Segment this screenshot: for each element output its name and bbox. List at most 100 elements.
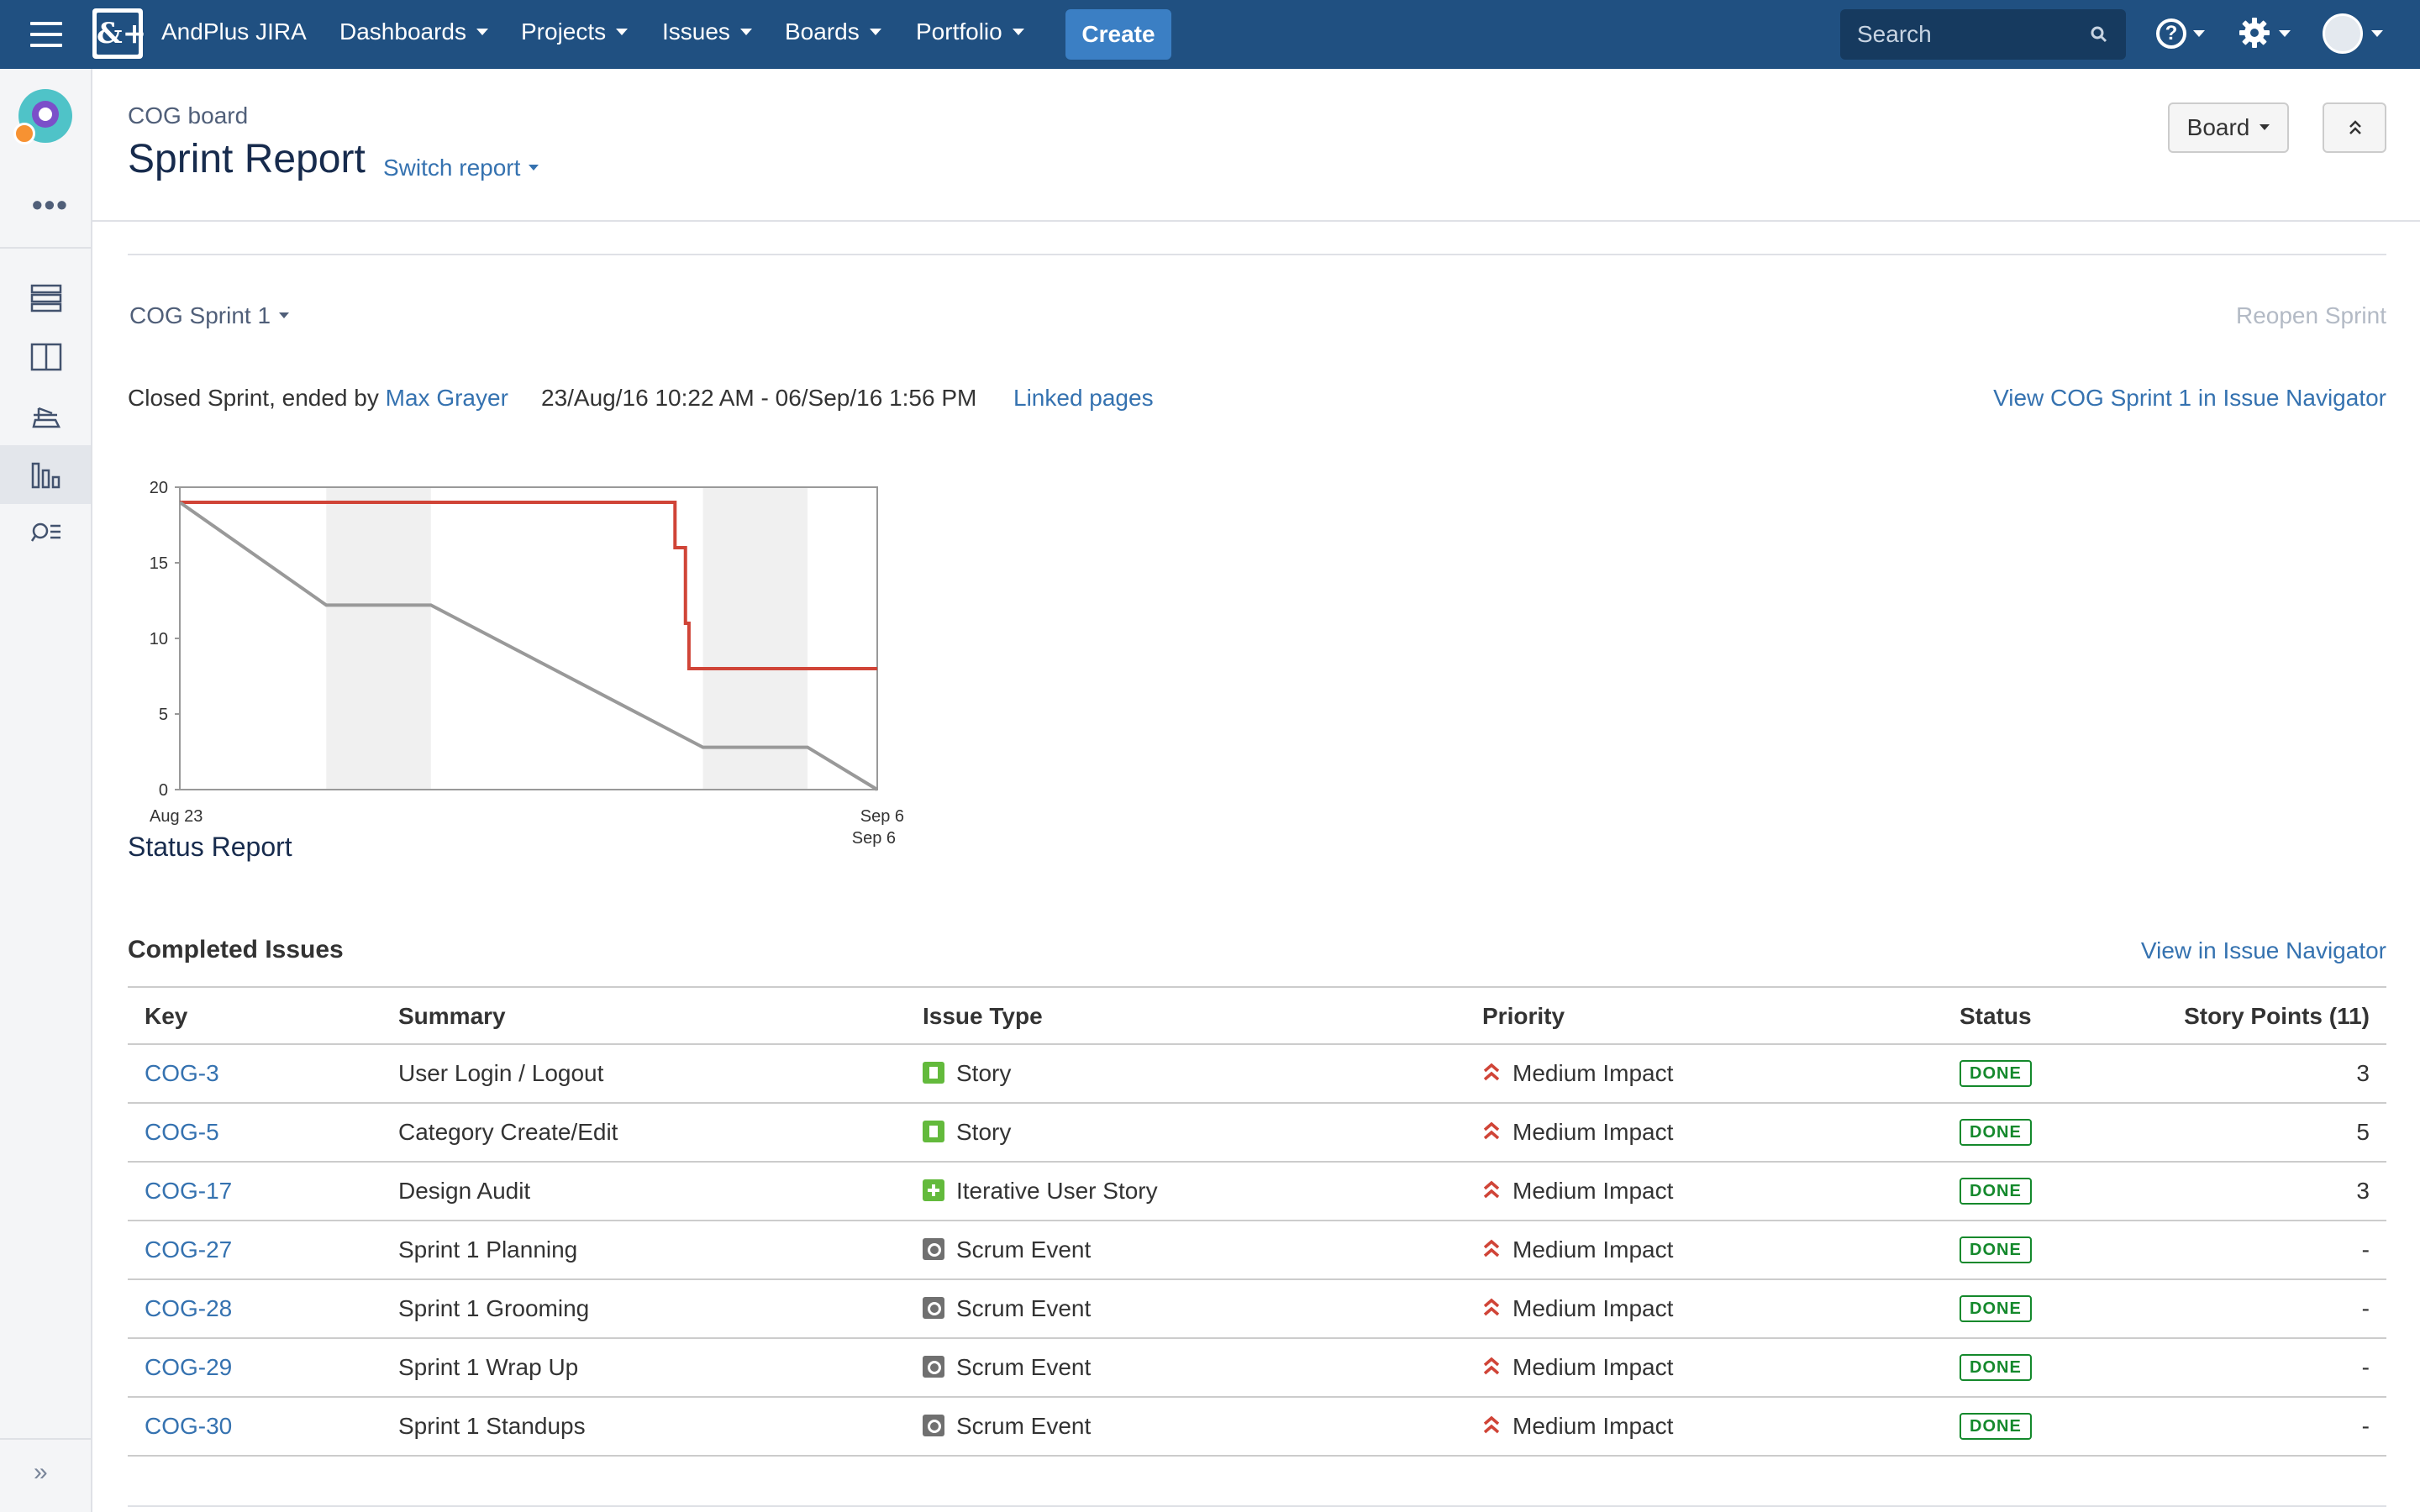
table-row: COG-28 Sprint 1 Grooming Scrum Event Medium… [128, 1280, 2386, 1339]
chevron-down-icon [476, 28, 488, 35]
priority-high-icon [1483, 1121, 1500, 1139]
issue-summary: Sprint 1 Planning [398, 1236, 578, 1263]
table-row: COG-30 Sprint 1 Standups Scrum Event Medium… [128, 1398, 2386, 1457]
board-button[interactable]: Board [2168, 102, 2289, 153]
expand-sidebar-icon[interactable]: » [34, 1458, 48, 1487]
chevron-down-icon [2260, 124, 2270, 131]
scrum-event-icon [923, 1414, 944, 1436]
app-logo[interactable]: &+ [92, 8, 146, 59]
search-input[interactable] [1840, 9, 2084, 60]
search-icon[interactable] [2091, 26, 2107, 43]
issue-summary: Design Audit [398, 1178, 531, 1204]
issue-summary: User Login / Logout [398, 1060, 604, 1086]
header-divider [92, 220, 2420, 222]
reopen-sprint-button[interactable]: Reopen Sprint [2236, 302, 2386, 329]
user-avatar[interactable] [2323, 13, 2363, 54]
search-box [1840, 9, 2126, 60]
chevron-down-icon [1012, 28, 1024, 35]
sidebar-item-releases[interactable] [0, 386, 91, 445]
nav-projects[interactable]: Projects [521, 18, 629, 45]
y-tick-label: 20 [150, 479, 168, 497]
issue-key-link[interactable]: COG-29 [145, 1354, 232, 1381]
issue-type-label: Scrum Event [956, 1295, 1092, 1321]
issue-key-link[interactable]: COG-28 [145, 1295, 232, 1322]
sprint-status: Closed Sprint, ended by Max Grayer [128, 385, 508, 412]
priority-label: Medium Impact [1512, 1295, 1674, 1321]
menu-icon[interactable] [30, 22, 62, 47]
nav-dashboards-label: Dashboards [339, 18, 466, 45]
scrum-event-icon [923, 1237, 944, 1260]
issue-summary: Category Create/Edit [398, 1119, 618, 1145]
nav-issues[interactable]: Issues [662, 18, 752, 45]
view-in-navigator-link[interactable]: View in Issue Navigator [2141, 937, 2386, 964]
sidebar-item-backlog[interactable] [0, 269, 91, 328]
issue-summary: Sprint 1 Grooming [398, 1295, 590, 1321]
project-avatar[interactable] [13, 89, 72, 144]
nav-portfolio[interactable]: Portfolio [916, 18, 1024, 45]
sidebar-divider [0, 1438, 91, 1440]
nav-dashboards[interactable]: Dashboards [339, 18, 488, 45]
priority-label: Medium Impact [1512, 1413, 1674, 1439]
story-points: - [2361, 1413, 2370, 1439]
issue-key-link[interactable]: COG-30 [145, 1413, 232, 1440]
issue-type-label: Scrum Event [956, 1413, 1092, 1439]
sidebar-item-issues[interactable] [0, 504, 91, 563]
linked-pages-link[interactable]: Linked pages [1013, 385, 1154, 412]
issue-type: Story [923, 1119, 1011, 1146]
nav-issues-label: Issues [662, 18, 730, 45]
x-tick-label: Aug 23 [150, 807, 203, 826]
status-badge: DONE [1960, 1413, 2032, 1440]
more-icon[interactable]: ••• [32, 190, 69, 220]
sprint-owner-link[interactable]: Max Grayer [386, 385, 508, 411]
issue-key-link[interactable]: COG-5 [145, 1119, 219, 1146]
page-title: Sprint Report [128, 137, 366, 181]
priority-label: Medium Impact [1512, 1236, 1674, 1263]
help-chevron-down-icon[interactable] [2193, 30, 2205, 37]
board-button-label: Board [2186, 114, 2250, 140]
view-sprint-navigator-link[interactable]: View COG Sprint 1 in Issue Navigator [1993, 385, 2386, 412]
y-tick-label: 0 [159, 781, 168, 800]
table-row: COG-27 Sprint 1 Planning Scrum Event Medium… [128, 1221, 2386, 1280]
priority-high-icon [1483, 1239, 1500, 1257]
priority-label: Medium Impact [1512, 1119, 1674, 1145]
top-navigation: &+ AndPlus JIRA Dashboards Projects Issu… [0, 0, 2420, 69]
table-row: COG-5 Category Create/Edit Story Medium Imp… [128, 1104, 2386, 1163]
sprint-selector[interactable]: COG Sprint 1 [129, 302, 290, 329]
switch-report-dropdown[interactable]: Switch report [383, 155, 539, 181]
logo-glyph: &+ [97, 13, 146, 55]
breadcrumb[interactable]: COG board [128, 102, 248, 129]
sidebar-divider [0, 247, 91, 249]
scrum-event-icon [923, 1296, 944, 1319]
story-points: - [2361, 1236, 2370, 1263]
backlog-icon [30, 284, 62, 312]
gear-icon[interactable] [2237, 15, 2272, 50]
issue-key-link[interactable]: COG-17 [145, 1178, 232, 1205]
sprint-status-text: Closed Sprint, ended by [128, 385, 379, 411]
settings-chevron-down-icon[interactable] [2279, 30, 2291, 37]
sidebar-item-reports[interactable] [0, 445, 91, 504]
page-bottom-divider [128, 1505, 2386, 1507]
completed-issues-table: Key Summary Issue Type Priority Status S… [128, 986, 2386, 1457]
app-title[interactable]: AndPlus JIRA [161, 18, 307, 45]
table-row: COG-17 Design Audit Iterative User Story Me… [128, 1163, 2386, 1221]
non-working-band [702, 487, 808, 790]
profile-chevron-down-icon[interactable] [2371, 30, 2383, 37]
story-points: 3 [2356, 1060, 2370, 1086]
issue-type: Scrum Event [923, 1236, 1091, 1263]
status-badge: DONE [1960, 1236, 2032, 1263]
sidebar-item-active-sprints[interactable] [0, 328, 91, 386]
active-sprints-icon [30, 343, 62, 371]
x-tick-label: Sep 6 [860, 807, 904, 826]
issue-type-label: Story [956, 1119, 1012, 1145]
collapse-header-button[interactable] [2323, 102, 2386, 153]
help-icon[interactable]: ? [2156, 18, 2186, 49]
create-button[interactable]: Create [1065, 9, 1171, 60]
column-key: Key [145, 1003, 188, 1029]
status-badge: DONE [1960, 1354, 2032, 1381]
priority-high-icon [1483, 1180, 1500, 1198]
nav-boards[interactable]: Boards [785, 18, 881, 45]
priority-high-icon [1483, 1357, 1500, 1374]
issue-priority: Medium Impact [1482, 1295, 1673, 1322]
issue-key-link[interactable]: COG-27 [145, 1236, 232, 1263]
issue-key-link[interactable]: COG-3 [145, 1060, 219, 1087]
